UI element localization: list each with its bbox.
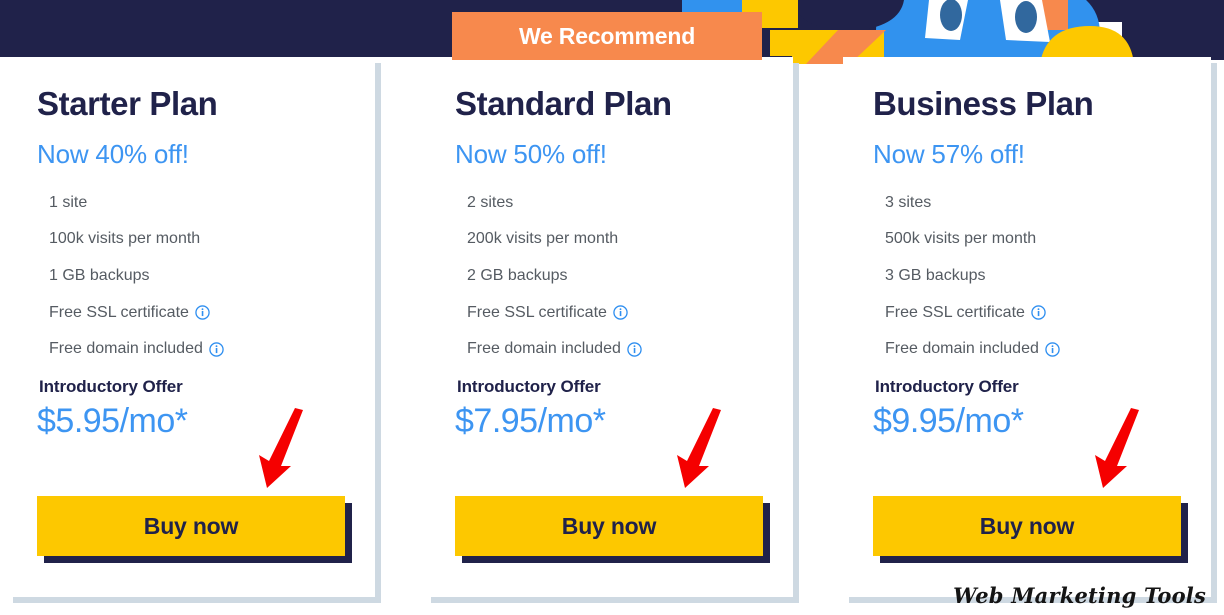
feature-label: 100k visits per month xyxy=(49,230,201,248)
plan-price: $9.95/mo* xyxy=(873,401,1024,440)
plan-title: Starter Plan xyxy=(37,85,218,122)
feature-item: Free SSL certificate xyxy=(885,304,1181,322)
info-icon[interactable] xyxy=(1031,305,1046,320)
pricing-card-standard[interactable]: Standard Plan Now 50% off! 2 sites 200k … xyxy=(425,57,793,597)
feature-label: 3 GB backups xyxy=(885,267,986,285)
feature-item: Free domain included xyxy=(467,340,763,358)
info-icon[interactable] xyxy=(209,341,224,357)
info-icon[interactable] xyxy=(627,341,642,357)
feature-item: Free SSL certificate xyxy=(467,304,763,322)
plan-discount: Now 50% off! xyxy=(455,138,607,169)
buy-button-wrapper: Buy now xyxy=(455,496,763,556)
plan-price: $7.95/mo* xyxy=(455,401,606,440)
feature-item: 1 site xyxy=(49,194,345,212)
pricing-page: Starter Plan Now 40% off! 1 site 100k vi… xyxy=(0,0,1224,615)
watermark: Web Marketing Tools xyxy=(953,583,1206,608)
feature-label: Free SSL certificate xyxy=(467,303,607,321)
buy-button-wrapper: Buy now xyxy=(873,496,1181,556)
feature-item: 200k visits per month xyxy=(467,230,763,248)
info-icon[interactable] xyxy=(195,305,210,320)
introductory-offer-label: Introductory Offer xyxy=(875,376,1019,396)
info-icon[interactable] xyxy=(1045,341,1060,357)
feature-item: Free SSL certificate xyxy=(49,304,345,322)
pricing-card-business[interactable]: Business Plan Now 57% off! 3 sites 500k … xyxy=(843,57,1211,597)
feature-label: 2 sites xyxy=(467,193,514,211)
feature-item: 3 sites xyxy=(885,194,1181,212)
buy-now-button[interactable]: Buy now xyxy=(37,496,345,556)
feature-label: 1 site xyxy=(49,193,88,211)
we-recommend-ribbon: We Recommend xyxy=(452,12,762,60)
feature-label: 200k visits per month xyxy=(467,230,619,248)
introductory-offer-label: Introductory Offer xyxy=(457,376,601,396)
feature-label: 3 sites xyxy=(885,193,932,211)
feature-item: 500k visits per month xyxy=(885,230,1181,248)
buy-now-button[interactable]: Buy now xyxy=(873,496,1181,556)
feature-label: 2 GB backups xyxy=(467,267,568,285)
plan-discount: Now 40% off! xyxy=(37,138,189,169)
feature-label: 500k visits per month xyxy=(885,230,1037,248)
buy-now-button[interactable]: Buy now xyxy=(455,496,763,556)
info-icon[interactable] xyxy=(613,305,628,320)
feature-item: Free domain included xyxy=(49,340,345,358)
feature-item: 2 GB backups xyxy=(467,267,763,285)
plan-title: Business Plan xyxy=(873,85,1094,122)
plan-price: $5.95/mo* xyxy=(37,401,188,440)
feature-label: Free SSL certificate xyxy=(49,303,189,321)
buy-button-wrapper: Buy now xyxy=(37,496,345,556)
feature-item: 1 GB backups xyxy=(49,267,345,285)
feature-label: Free domain included xyxy=(467,340,621,358)
introductory-offer-label: Introductory Offer xyxy=(39,376,183,396)
plan-title: Standard Plan xyxy=(455,85,672,122)
feature-label: Free domain included xyxy=(49,340,203,358)
feature-list: 1 site 100k visits per month 1 GB backup… xyxy=(37,194,345,358)
plan-discount: Now 57% off! xyxy=(873,138,1025,169)
feature-label: Free SSL certificate xyxy=(885,303,1025,321)
feature-item: 2 sites xyxy=(467,194,763,212)
feature-label: Free domain included xyxy=(885,340,1039,358)
feature-list: 3 sites 500k visits per month 3 GB backu… xyxy=(873,194,1181,358)
pricing-card-starter[interactable]: Starter Plan Now 40% off! 1 site 100k vi… xyxy=(7,57,375,597)
feature-item: 100k visits per month xyxy=(49,230,345,248)
feature-label: 1 GB backups xyxy=(49,267,150,285)
feature-item: Free domain included xyxy=(885,340,1181,358)
feature-item: 3 GB backups xyxy=(885,267,1181,285)
feature-list: 2 sites 200k visits per month 2 GB backu… xyxy=(455,194,763,358)
